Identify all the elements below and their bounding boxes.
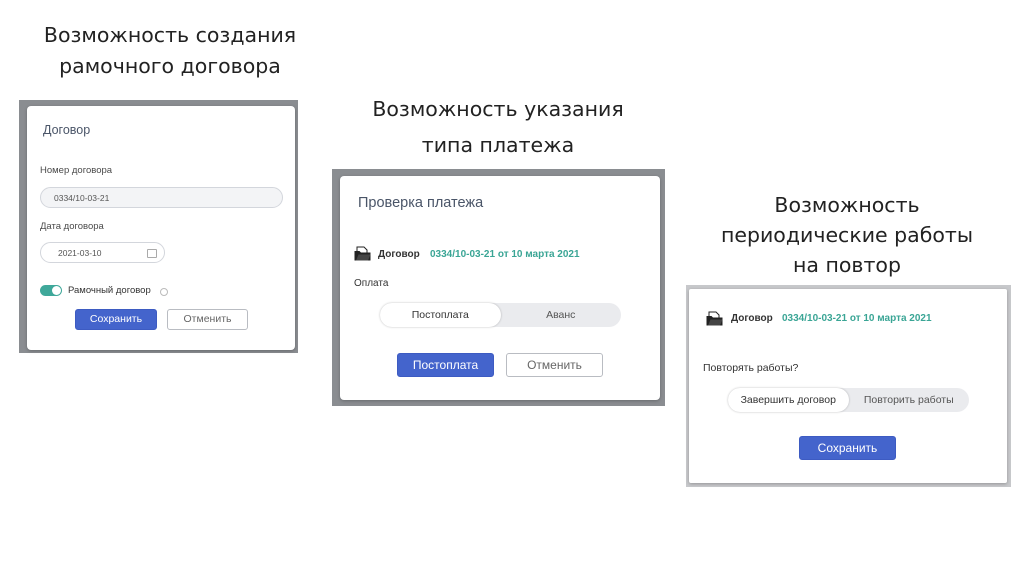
caption-line: Возможность (774, 193, 920, 217)
caption-line: Возможность создания (43, 23, 297, 47)
caption-line: периодические работы (720, 223, 974, 247)
caption-line: Возможность указания (372, 97, 624, 121)
segment-advance[interactable]: Аванс (501, 303, 622, 327)
calendar-icon[interactable] (147, 249, 157, 258)
contract-date-input[interactable]: 2021-03-10 (40, 242, 165, 263)
caption-line: на повтор (792, 253, 901, 277)
caption-payment-type: Возможность указания типа платежа (348, 91, 648, 163)
repeat-work-question: Повторять работы? (703, 362, 799, 374)
save-button[interactable]: Сохранить (799, 436, 896, 460)
dialog-title: Проверка платежа (358, 195, 484, 211)
toggle-knob (52, 286, 61, 295)
caption-line: типа платежа (421, 133, 575, 157)
segment-repeat-work[interactable]: Повторить работы (849, 388, 970, 412)
cancel-button[interactable]: Отменить (506, 353, 603, 377)
contract-date-label: Дата договора (40, 221, 104, 232)
repeat-work-selector[interactable]: Завершить договор Повторить работы (728, 388, 969, 412)
segment-postpayment[interactable]: Постоплата (380, 303, 501, 327)
folder-document-icon (706, 311, 723, 326)
framework-contract-toggle[interactable] (40, 285, 62, 296)
payment-type-selector[interactable]: Постоплата Аванс (380, 303, 621, 327)
date-value: 2021-03-10 (58, 248, 102, 258)
contract-number-label: Номер договора (40, 165, 113, 176)
info-icon[interactable] (160, 288, 168, 296)
framework-contract-label: Рамочный договор (68, 285, 151, 296)
segment-finish-contract[interactable]: Завершить договор (728, 388, 849, 412)
cancel-button[interactable]: Отменить (167, 309, 248, 330)
postpayment-button[interactable]: Постоплата (397, 353, 494, 377)
contract-dialog: Договор Номер договора 0334/10-03-21 Дат… (27, 106, 295, 350)
payment-check-dialog: Проверка платежа Договор 0334/10-03-21 о… (340, 176, 660, 400)
contract-link[interactable]: 0334/10-03-21 от 10 марта 2021 (782, 313, 932, 324)
repeat-work-dialog: Договор 0334/10-03-21 от 10 марта 2021 П… (689, 289, 1007, 483)
folder-document-icon (354, 246, 371, 261)
contract-number-input[interactable]: 0334/10-03-21 (40, 187, 283, 208)
contract-link[interactable]: 0334/10-03-21 от 10 марта 2021 (430, 249, 580, 260)
caption-framework-contract: Возможность создания рамочного договора (20, 20, 320, 82)
dialog-title: Договор (43, 123, 91, 137)
caption-line: рамочного договора (59, 54, 281, 78)
save-button[interactable]: Сохранить (75, 309, 157, 330)
payment-label: Оплата (354, 278, 389, 289)
caption-periodic-work: Возможность периодические работы на повт… (692, 190, 1002, 280)
contract-label: Договор (731, 313, 773, 324)
contract-label: Договор (378, 249, 420, 260)
